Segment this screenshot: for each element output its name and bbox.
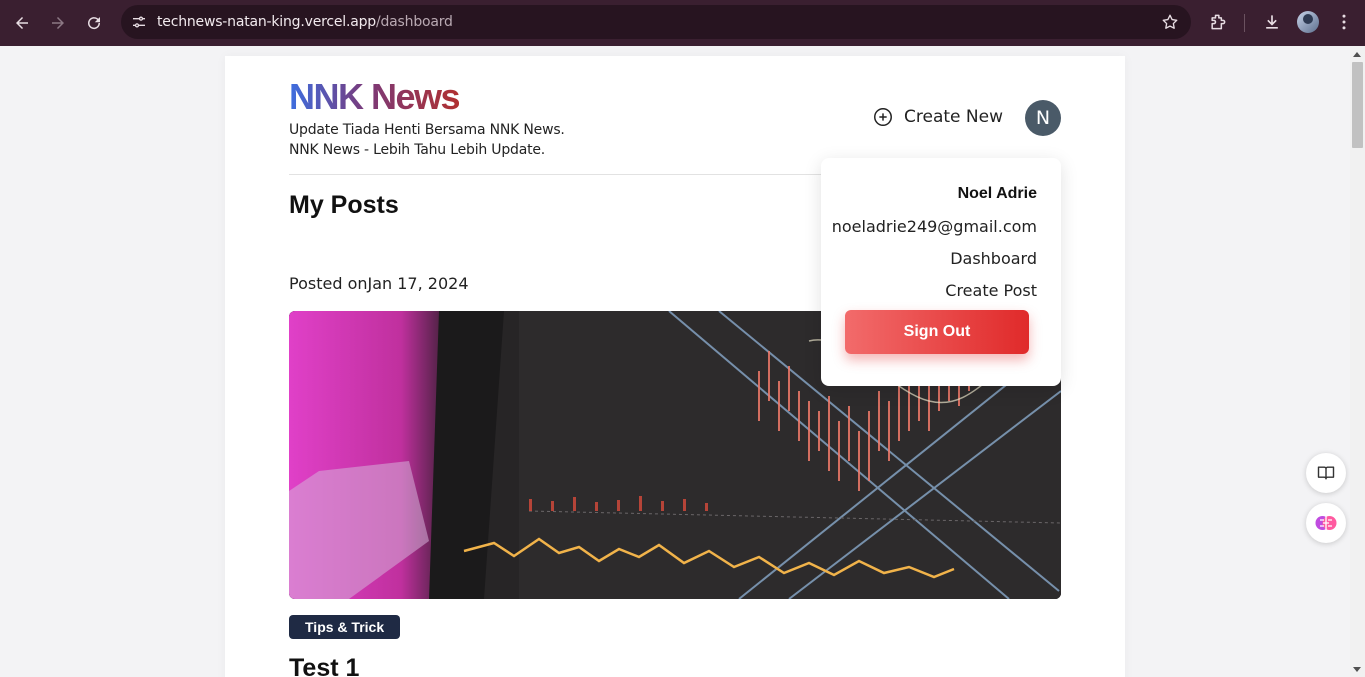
profile-avatar[interactable] bbox=[1297, 11, 1319, 33]
ai-assistant-button[interactable] bbox=[1306, 503, 1346, 543]
scroll-up-arrow[interactable] bbox=[1353, 52, 1361, 57]
create-new-button[interactable]: Create New bbox=[872, 106, 1003, 128]
tagline-line-2: NNK News - Lebih Tahu Lebih Update. bbox=[289, 142, 546, 158]
browser-toolbar: technews-natan-king.vercel.app/dashboard bbox=[0, 0, 1365, 46]
forward-button[interactable] bbox=[40, 5, 76, 41]
plus-circle-icon bbox=[874, 108, 892, 126]
site-tagline: Update Tiada Henti Bersama NNK News. NNK… bbox=[289, 120, 565, 160]
page-title: My Posts bbox=[289, 191, 399, 219]
url-text: technews-natan-king.vercel.app/dashboard bbox=[157, 14, 453, 30]
dropdown-user-name: Noel Adrie bbox=[957, 185, 1037, 202]
post-date: Posted onJan 17, 2024 bbox=[289, 274, 469, 293]
arrow-right-icon bbox=[52, 17, 64, 29]
dashboard-link[interactable]: Dashboard bbox=[950, 249, 1037, 268]
page-viewport: NNK News Update Tiada Henti Bersama NNK … bbox=[0, 46, 1350, 677]
more-menu-icon[interactable] bbox=[1333, 11, 1355, 33]
post-title[interactable]: Test 1 bbox=[289, 654, 359, 677]
brain-icon bbox=[1315, 516, 1337, 530]
sign-out-button[interactable]: Sign Out bbox=[845, 310, 1029, 354]
arrow-left-icon bbox=[16, 17, 28, 29]
dropdown-user-email: noeladrie249@gmail.com bbox=[831, 217, 1037, 236]
site-logo[interactable]: NNK News bbox=[289, 76, 461, 118]
back-button[interactable] bbox=[4, 5, 40, 41]
book-icon bbox=[1317, 466, 1335, 480]
scroll-down-arrow[interactable] bbox=[1353, 667, 1361, 672]
create-new-label: Create New bbox=[904, 107, 1003, 127]
create-post-link[interactable]: Create Post bbox=[945, 281, 1037, 300]
bookmark-star-icon[interactable] bbox=[1161, 13, 1179, 31]
reload-icon bbox=[88, 17, 101, 30]
user-dropdown-menu: Noel Adrie noeladrie249@gmail.com Dashbo… bbox=[821, 158, 1061, 386]
reload-button[interactable] bbox=[76, 5, 112, 41]
extensions-icon[interactable] bbox=[1207, 11, 1229, 33]
address-bar[interactable]: technews-natan-king.vercel.app/dashboard bbox=[121, 5, 1191, 39]
tagline-line-1: Update Tiada Henti Bersama NNK News. bbox=[289, 122, 565, 138]
reading-mode-button[interactable] bbox=[1306, 453, 1346, 493]
site-info-icon[interactable] bbox=[129, 12, 149, 32]
category-badge[interactable]: Tips & Trick bbox=[289, 615, 401, 639]
page-scrollbar[interactable] bbox=[1350, 46, 1365, 677]
toolbar-divider bbox=[1244, 14, 1245, 32]
user-avatar-button[interactable]: N bbox=[1025, 100, 1061, 136]
download-icon[interactable] bbox=[1261, 11, 1283, 33]
scrollbar-thumb[interactable] bbox=[1352, 62, 1363, 148]
